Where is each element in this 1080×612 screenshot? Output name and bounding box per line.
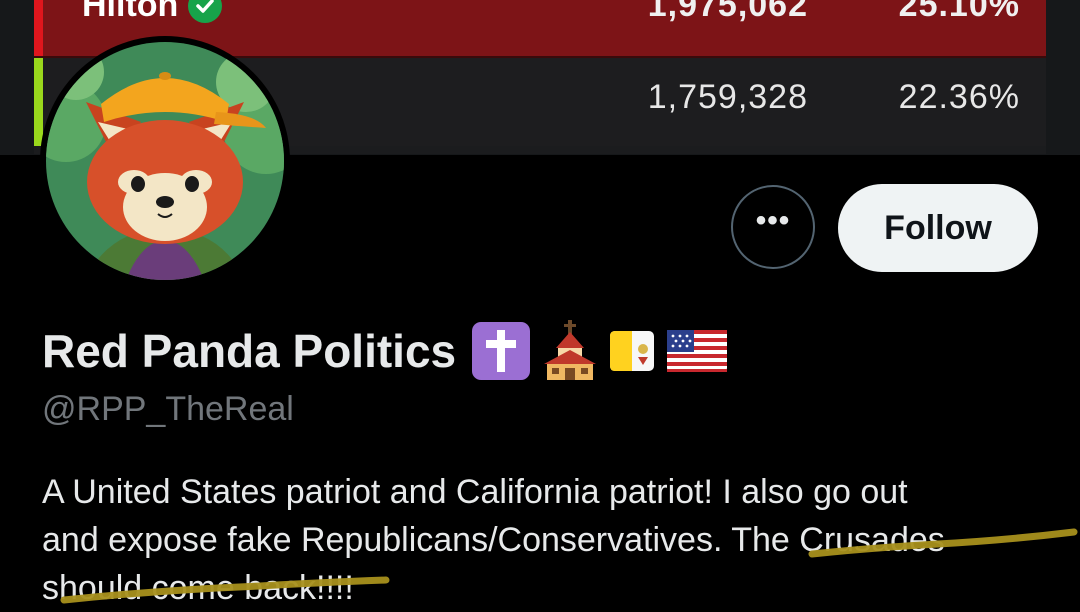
display-name: Red Panda Politics [42,325,457,377]
vote-count: 1,975,062 [647,0,808,24]
vote-percent: 25.10% [898,0,1020,24]
vote-percent: 22.36% [898,78,1020,116]
party-color-bar [34,58,43,146]
church-icon [544,320,597,380]
avatar[interactable] [40,36,290,286]
more-dots-icon: ••• [755,204,791,237]
latin-cross-icon [472,322,531,380]
us-flag-icon [667,330,728,372]
profile-handle: @RPP_TheReal [42,390,294,428]
candidate-name: Hilton [82,0,179,24]
vatican-flag-icon [610,331,655,371]
highlighter-mark [808,528,1078,558]
follow-button[interactable]: Follow [838,184,1038,272]
red-panda-avatar-image [46,42,284,280]
vote-count: 1,759,328 [647,78,808,116]
more-options-button[interactable]: ••• [731,185,815,269]
checkmark-icon [188,0,223,23]
profile-name-row: Red Panda Politics [42,320,728,382]
highlighter-mark [60,576,390,604]
bio-line: A United States patriot and California p… [42,473,908,511]
party-color-bar [34,0,43,56]
